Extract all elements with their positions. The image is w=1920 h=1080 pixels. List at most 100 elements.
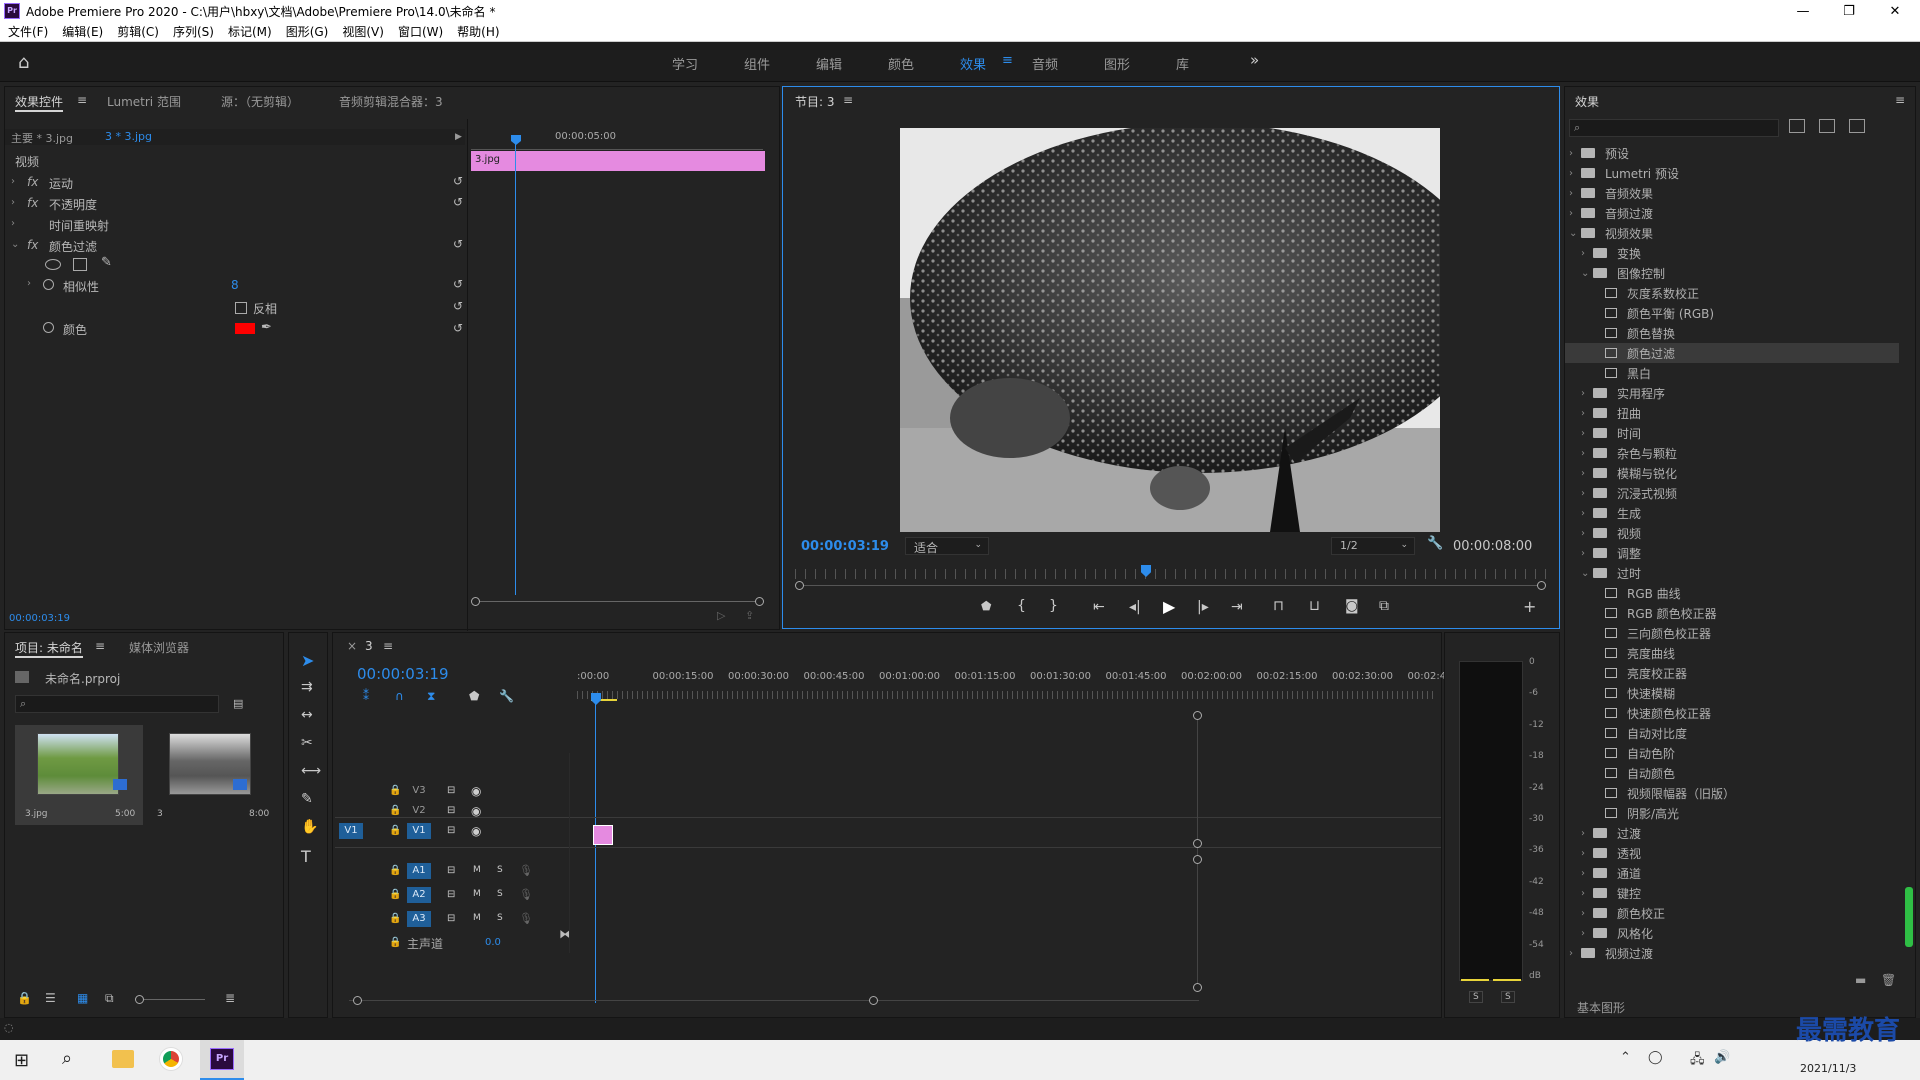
tab-effect-controls[interactable]: 效果控件 bbox=[15, 93, 64, 112]
add-marker-icon[interactable]: ⬟ bbox=[469, 689, 479, 703]
chevron-right-icon[interactable]: › bbox=[1581, 548, 1593, 559]
effects-tree-label[interactable]: 模糊与锐化 bbox=[1617, 465, 1677, 482]
fx-icon[interactable]: fx bbox=[27, 238, 38, 252]
effects-tree-item[interactable]: › 扭曲 bbox=[1565, 403, 1899, 423]
tab-source[interactable]: 源：（无剪辑） bbox=[221, 93, 299, 110]
chevron-icon[interactable]: › bbox=[11, 197, 23, 208]
ruler-label[interactable]: 00:02:15:00 bbox=[1257, 671, 1318, 682]
meter-scale-label[interactable]: -18 bbox=[1529, 751, 1544, 761]
nest-icon[interactable]: ⁑ bbox=[363, 689, 369, 703]
chevron-right-icon[interactable]: › bbox=[1581, 508, 1593, 519]
icon-view-icon[interactable]: ▦ bbox=[77, 991, 88, 1005]
effect-icon[interactable] bbox=[1605, 588, 1617, 598]
play-icon[interactable]: ▶ bbox=[455, 132, 462, 142]
effects-tree-label[interactable]: 自动色阶 bbox=[1627, 745, 1675, 762]
similarity-value[interactable]: 8 bbox=[231, 278, 239, 292]
master-volume-value[interactable]: 0.0 bbox=[485, 937, 501, 948]
folder-icon[interactable] bbox=[1593, 888, 1607, 898]
reset-icon[interactable]: ↺ bbox=[453, 195, 463, 209]
folder-icon[interactable] bbox=[1593, 448, 1607, 458]
step-back-icon[interactable]: ◂| bbox=[1129, 599, 1141, 615]
sync-lock-icon[interactable]: ⊟ bbox=[447, 825, 455, 836]
effect-icon[interactable] bbox=[1605, 368, 1617, 378]
solo-button[interactable]: S bbox=[497, 865, 503, 875]
stopwatch-icon[interactable] bbox=[43, 322, 54, 333]
workspace-tab[interactable]: 库 bbox=[1176, 54, 1189, 73]
razor-tool-icon[interactable]: ✂ bbox=[301, 735, 313, 751]
effects-title[interactable]: 效果 bbox=[1575, 93, 1599, 110]
workspace-tab[interactable]: 编辑 bbox=[816, 54, 842, 73]
meter-scale-label[interactable]: 0 bbox=[1529, 657, 1535, 667]
effects-tree-label[interactable]: 通道 bbox=[1617, 865, 1641, 882]
meter-scale-label[interactable]: -48 bbox=[1529, 908, 1544, 918]
mark-in-icon[interactable]: { bbox=[1017, 598, 1026, 614]
effects-tree-item[interactable]: › 视频过渡 bbox=[1565, 943, 1899, 963]
lock-icon[interactable]: 🔒 bbox=[389, 865, 401, 876]
chevron-right-icon[interactable]: › bbox=[1569, 188, 1581, 199]
meter-scale-label[interactable]: -54 bbox=[1529, 940, 1544, 950]
ruler-label[interactable]: 00:02:30:00 bbox=[1332, 671, 1393, 682]
effects-tree-label[interactable]: 颜色替换 bbox=[1627, 325, 1675, 342]
effects-tree-item[interactable]: › 时间 bbox=[1565, 423, 1899, 443]
effects-tree-label[interactable]: 风格化 bbox=[1617, 925, 1653, 942]
eye-icon[interactable]: ◉ bbox=[471, 824, 481, 838]
effects-tree-item[interactable]: 黑白 bbox=[1565, 363, 1899, 383]
close-tab-icon[interactable]: × bbox=[347, 639, 357, 653]
new-bin-icon[interactable]: ▬ bbox=[1855, 973, 1866, 987]
meter-scale-label[interactable]: -36 bbox=[1529, 845, 1544, 855]
effect-icon[interactable] bbox=[1605, 328, 1617, 338]
workspace-tab[interactable]: 图形 bbox=[1104, 54, 1130, 73]
effects-tree-label[interactable]: 阴影/高光 bbox=[1627, 805, 1679, 822]
folder-icon[interactable] bbox=[1593, 488, 1607, 498]
go-to-in-icon[interactable]: ⇤ bbox=[1093, 599, 1105, 615]
chevron-right-icon[interactable]: › bbox=[1581, 868, 1593, 879]
microphone-icon[interactable]: 🎙 bbox=[519, 888, 533, 901]
effects-tree-item[interactable]: › 调整 bbox=[1565, 543, 1899, 563]
pen-mask-icon[interactable]: ✎ bbox=[101, 255, 112, 270]
effects-tree-item[interactable]: › 实用程序 bbox=[1565, 383, 1899, 403]
lock-icon[interactable]: 🔒 bbox=[389, 913, 401, 924]
chevron-down-icon[interactable]: ⌄ bbox=[1581, 568, 1593, 579]
timeline-clip[interactable] bbox=[593, 825, 613, 845]
panel-menu-icon[interactable]: ≡ bbox=[77, 93, 87, 107]
effects-tree-item[interactable]: 快速颜色校正器 bbox=[1565, 703, 1899, 723]
ruler-label[interactable]: :00:00 bbox=[577, 671, 609, 682]
effects-tree-label[interactable]: 黑白 bbox=[1627, 365, 1651, 382]
tab-sequence[interactable]: 3 bbox=[365, 639, 373, 653]
chevron-right-icon[interactable]: › bbox=[1581, 828, 1593, 839]
new-bin-icon[interactable]: ▤ bbox=[233, 697, 243, 710]
effects-tree-item[interactable]: › 预设 bbox=[1565, 143, 1899, 163]
effect-icon[interactable] bbox=[1605, 708, 1617, 718]
fx-icon[interactable]: fx bbox=[27, 175, 38, 189]
effects-scrollbar[interactable] bbox=[1905, 887, 1913, 947]
workspace-tab[interactable]: 音频 bbox=[1032, 54, 1058, 73]
wrench-icon[interactable]: 🔧 bbox=[1427, 536, 1443, 551]
32bit-effects-icon[interactable] bbox=[1819, 119, 1835, 133]
menu-item[interactable]: 文件(F) bbox=[8, 23, 48, 40]
chevron-right-icon[interactable]: › bbox=[1581, 928, 1593, 939]
ruler-label[interactable]: 00:01:45:00 bbox=[1106, 671, 1167, 682]
folder-icon[interactable] bbox=[1593, 928, 1607, 938]
effects-tree-label[interactable]: 颜色过滤 bbox=[1627, 345, 1675, 362]
tray-chevron-icon[interactable]: ⌃ bbox=[1620, 1050, 1631, 1065]
program-time[interactable]: 00:00:03:19 bbox=[801, 539, 889, 554]
folder-icon[interactable] bbox=[1581, 948, 1595, 958]
folder-icon[interactable] bbox=[1593, 468, 1607, 478]
network-icon[interactable]: 🖧 bbox=[1690, 1050, 1705, 1072]
microphone-icon[interactable]: 🎙 bbox=[519, 912, 533, 925]
effects-tree-item[interactable]: › 通道 bbox=[1565, 863, 1899, 883]
project-search-input[interactable]: ⌕ bbox=[15, 695, 219, 713]
tab-media-browser[interactable]: 媒体浏览器 bbox=[129, 639, 189, 656]
master-clip-label[interactable]: 主要 * 3.jpg bbox=[11, 130, 73, 146]
effects-tree-item[interactable]: › 沉浸式视频 bbox=[1565, 483, 1899, 503]
eye-icon[interactable]: ◉ bbox=[471, 804, 481, 818]
panel-menu-icon[interactable]: ≡ bbox=[95, 639, 105, 653]
meter-scale-label[interactable]: -24 bbox=[1529, 783, 1544, 793]
video-frame[interactable] bbox=[900, 128, 1440, 532]
play-button[interactable]: ▶ bbox=[1163, 597, 1175, 616]
effects-tree-item[interactable]: 自动对比度 bbox=[1565, 723, 1899, 743]
ruler-label[interactable]: 00:02:00:00 bbox=[1181, 671, 1242, 682]
program-ruler[interactable] bbox=[795, 569, 1547, 579]
chevron-right-icon[interactable]: › bbox=[1581, 428, 1593, 439]
notification-icon[interactable]: ◯ bbox=[1648, 1050, 1663, 1065]
